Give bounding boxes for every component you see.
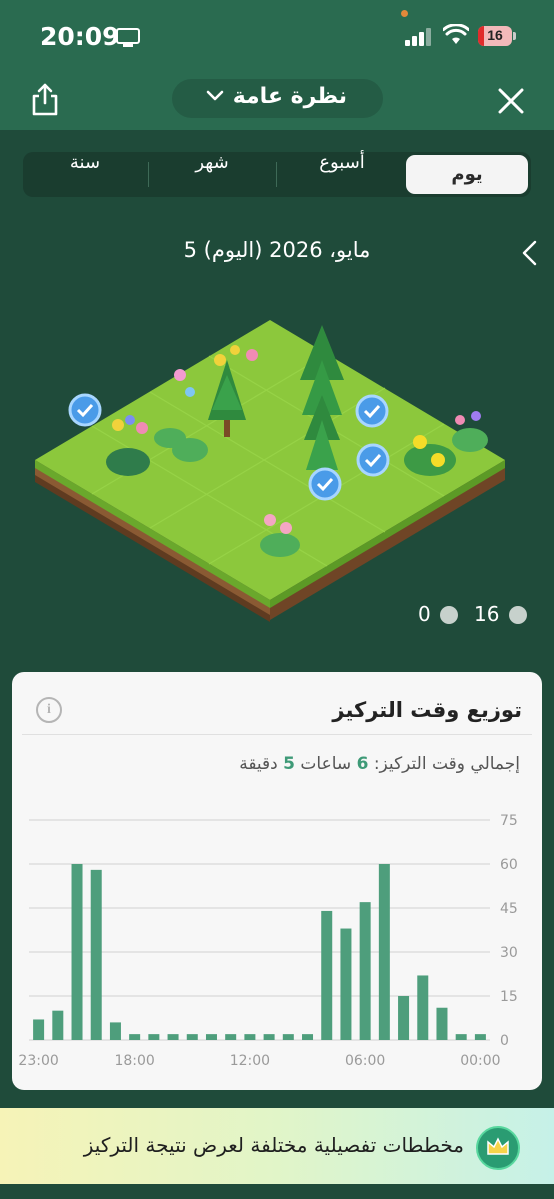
bar-hour-13 (225, 1034, 237, 1040)
tab-year[interactable]: سنة (23, 152, 147, 197)
battery-tip (513, 32, 516, 40)
tab-month[interactable]: شهر (150, 152, 274, 197)
y-tick-label: 60 (500, 857, 518, 873)
bar-hour-19 (109, 1022, 121, 1040)
top-bar: نظرة عامة (0, 72, 554, 130)
bar-hour-18 (129, 1034, 141, 1040)
status-time: 20:09 (40, 22, 120, 51)
chevron-down-icon (206, 90, 224, 101)
wifi-icon (443, 24, 469, 44)
bar-hour-23 (33, 1019, 45, 1040)
leaf-icon (508, 606, 527, 624)
bar-hour-17 (148, 1034, 160, 1040)
bar-hour-2 (436, 1007, 448, 1040)
bar-hour-7 (340, 928, 352, 1040)
withered-leaf-icon (440, 606, 459, 624)
divider (22, 734, 532, 735)
bar-hour-15 (186, 1034, 198, 1040)
y-tick-label: 30 (500, 945, 518, 961)
bar-hour-16 (167, 1034, 179, 1040)
tab-week[interactable]: أسبوع (281, 152, 403, 197)
bar-hour-10 (282, 1034, 294, 1040)
screen-mirror-icon (116, 28, 140, 47)
bar-hour-22 (52, 1010, 64, 1040)
forest-illustration (35, 320, 505, 622)
bar-hour-5 (378, 864, 390, 1040)
bar-hour-4 (398, 996, 410, 1040)
battery-level: 16 (487, 27, 503, 43)
x-tick-label: 00:00 (460, 1053, 500, 1069)
signal-icon (405, 28, 433, 46)
battery-icon: 16 (478, 26, 512, 46)
bar-hour-12 (244, 1034, 256, 1040)
y-tick-label: 45 (500, 901, 518, 917)
card-title: توزيع وقت التركيز (332, 698, 522, 722)
y-tick-label: 75 (500, 813, 518, 829)
focus-distribution-card: i توزيع وقت التركيز إجمالي وقت التركيز: … (12, 672, 542, 1090)
chevron-left-icon[interactable] (520, 240, 540, 266)
premium-banner[interactable]: مخططات تفصيلية مختلفة لعرض نتيجة التركيز (0, 1108, 554, 1184)
y-tick-label: 0 (500, 1033, 509, 1049)
x-tick-label: 12:00 (230, 1053, 270, 1069)
info-icon[interactable]: i (36, 697, 62, 723)
status-bar: 20:09 16 (0, 0, 554, 72)
total-focus-time: إجمالي وقت التركيز: 6 ساعات 5 دقيقة (239, 754, 520, 774)
focus-bar-chart: 75 60 45 30 15 0 23:00 18:00 12:00 06:00 00:00 (18, 813, 518, 1069)
date-label: 5 مايو، 2026 (اليوم) (183, 238, 371, 262)
view-dropdown[interactable]: نظرة عامة (172, 79, 383, 118)
bar-hour-9 (302, 1034, 314, 1040)
close-icon[interactable] (496, 86, 526, 116)
x-tick-label: 23:00 (18, 1053, 58, 1069)
withered-count: 0 (418, 602, 431, 626)
y-tick-label: 15 (500, 989, 518, 1005)
crown-icon (476, 1126, 520, 1170)
privacy-indicator (401, 10, 408, 17)
banner-text: مخططات تفصيلية مختلفة لعرض نتيجة التركيز (83, 1133, 464, 1157)
tab-day[interactable]: يوم (406, 155, 528, 194)
bar-hour-0 (474, 1034, 486, 1040)
x-tick-label: 18:00 (114, 1053, 154, 1069)
x-tick-label: 06:00 (345, 1053, 385, 1069)
bar-hour-21 (71, 864, 83, 1040)
bar-hour-3 (417, 975, 429, 1040)
bar-hour-1 (455, 1034, 467, 1040)
bar-hour-14 (205, 1034, 217, 1040)
bar-hour-6 (359, 902, 371, 1040)
bar-hour-8 (321, 910, 333, 1040)
share-icon[interactable] (30, 82, 60, 116)
dropdown-label: نظرة عامة (232, 84, 347, 109)
period-tabs: يوم أسبوع شهر سنة (23, 152, 531, 197)
tree-count: 16 (474, 602, 500, 626)
bar-hour-20 (90, 869, 102, 1040)
bar-hour-11 (263, 1034, 275, 1040)
